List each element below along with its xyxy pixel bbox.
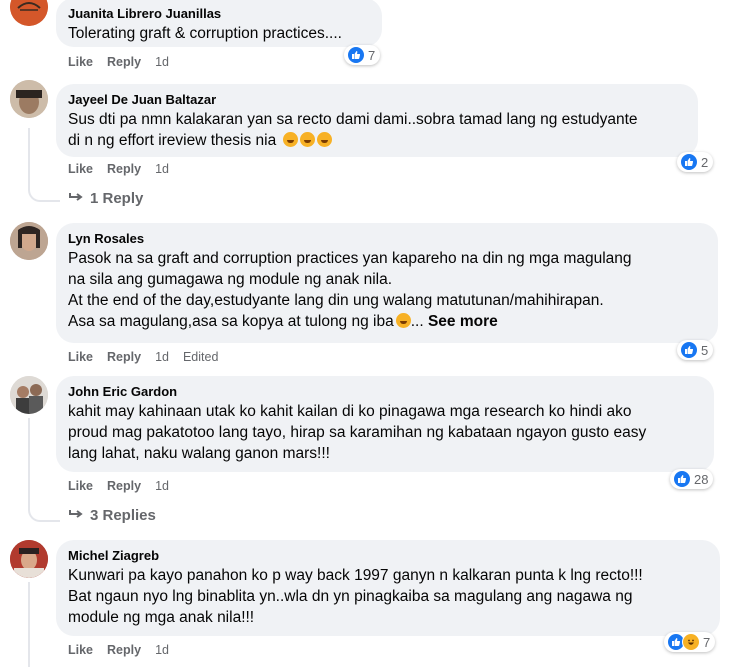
haha-icon <box>682 633 700 651</box>
comment-bubble: Jayeel De Juan Baltazar Sus dti pa nmn k… <box>56 84 698 157</box>
timestamp[interactable]: 1d <box>155 350 169 364</box>
timestamp[interactable]: 1d <box>155 643 169 657</box>
edited-label: Edited <box>182 350 219 364</box>
reaction-summary[interactable]: 28 <box>670 469 714 489</box>
thread-connector <box>28 186 60 202</box>
view-replies-link[interactable]: 1 Reply <box>68 190 143 207</box>
like-button[interactable]: Like <box>68 350 93 364</box>
comment-author[interactable]: Juanita Librero Juanillas <box>68 5 370 22</box>
thumbs-up-icon <box>673 470 691 488</box>
thumbs-up-icon <box>680 341 698 359</box>
comment-text: Sus dti pa nmn kalakaran yan sa recto da… <box>68 111 638 149</box>
like-button[interactable]: Like <box>68 479 93 493</box>
comment-actions: Like Reply 1d <box>68 643 169 657</box>
thread-line <box>28 582 30 667</box>
rofl-emoji <box>282 132 298 147</box>
reply-button[interactable]: Reply <box>107 55 141 69</box>
thread-connector <box>28 506 60 522</box>
avatar[interactable] <box>10 376 48 414</box>
avatar[interactable] <box>10 540 48 578</box>
comment-bubble: Juanita Librero Juanillas Tolerating gra… <box>56 0 382 47</box>
see-more-link[interactable]: See more <box>428 313 498 330</box>
pensive-emoji <box>395 313 411 328</box>
timestamp[interactable]: 1d <box>155 162 169 176</box>
reaction-count: 28 <box>694 471 709 487</box>
like-button[interactable]: Like <box>68 162 93 176</box>
view-replies-link[interactable]: 3 Replies <box>68 507 156 524</box>
thumbs-up-icon <box>347 46 365 64</box>
reply-arrow-icon <box>68 190 84 207</box>
comment-text: Kunwari pa kayo panahon ko p way back 19… <box>68 567 643 626</box>
comment-text: Tolerating graft & corruption practices.… <box>68 25 342 42</box>
comment-bubble: Michel Ziagreb Kunwari pa kayo panahon k… <box>56 540 720 636</box>
reaction-summary[interactable]: 5 <box>677 340 714 360</box>
thread-line <box>28 418 30 506</box>
rofl-emoji <box>299 132 315 147</box>
replies-label: 1 Reply <box>90 190 144 207</box>
reaction-count: 7 <box>703 634 711 650</box>
reaction-count: 7 <box>368 47 376 63</box>
comment-actions: Like Reply 1d <box>68 55 169 69</box>
reaction-count: 5 <box>701 342 709 358</box>
comment-author[interactable]: Jayeel De Juan Baltazar <box>68 91 686 108</box>
timestamp[interactable]: 1d <box>155 55 169 69</box>
reaction-summary[interactable]: 7 <box>344 45 381 65</box>
reply-button[interactable]: Reply <box>107 350 141 364</box>
reply-button[interactable]: Reply <box>107 643 141 657</box>
reaction-count: 2 <box>701 154 709 170</box>
comment-bubble: Lyn Rosales Pasok na sa graft and corrup… <box>56 223 718 343</box>
avatar[interactable] <box>10 80 48 118</box>
avatar[interactable] <box>10 0 48 26</box>
comment-author[interactable]: John Eric Gardon <box>68 383 702 400</box>
reply-arrow-icon <box>68 507 84 524</box>
reaction-summary[interactable]: 2 <box>677 152 714 172</box>
like-button[interactable]: Like <box>68 55 93 69</box>
comment-text: Pasok na sa graft and corruption practic… <box>68 250 632 330</box>
comment-bubble: John Eric Gardon kahit may kahinaan utak… <box>56 376 714 472</box>
avatar[interactable] <box>10 222 48 260</box>
reaction-summary[interactable]: 7 <box>664 632 716 652</box>
timestamp[interactable]: 1d <box>155 479 169 493</box>
like-button[interactable]: Like <box>68 643 93 657</box>
comment-actions: Like Reply 1d <box>68 162 169 176</box>
reply-button[interactable]: Reply <box>107 162 141 176</box>
comment-actions: Like Reply 1d <box>68 479 169 493</box>
comment-actions: Like Reply 1d Edited <box>68 350 218 364</box>
comment-author[interactable]: Lyn Rosales <box>68 230 706 247</box>
rofl-emoji <box>316 132 332 147</box>
replies-label: 3 Replies <box>90 507 156 524</box>
thread-line <box>28 128 30 186</box>
thumbs-up-icon <box>680 153 698 171</box>
comment-author[interactable]: Michel Ziagreb <box>68 547 708 564</box>
reply-button[interactable]: Reply <box>107 479 141 493</box>
comment-text: kahit may kahinaan utak ko kahit kailan … <box>68 403 647 462</box>
